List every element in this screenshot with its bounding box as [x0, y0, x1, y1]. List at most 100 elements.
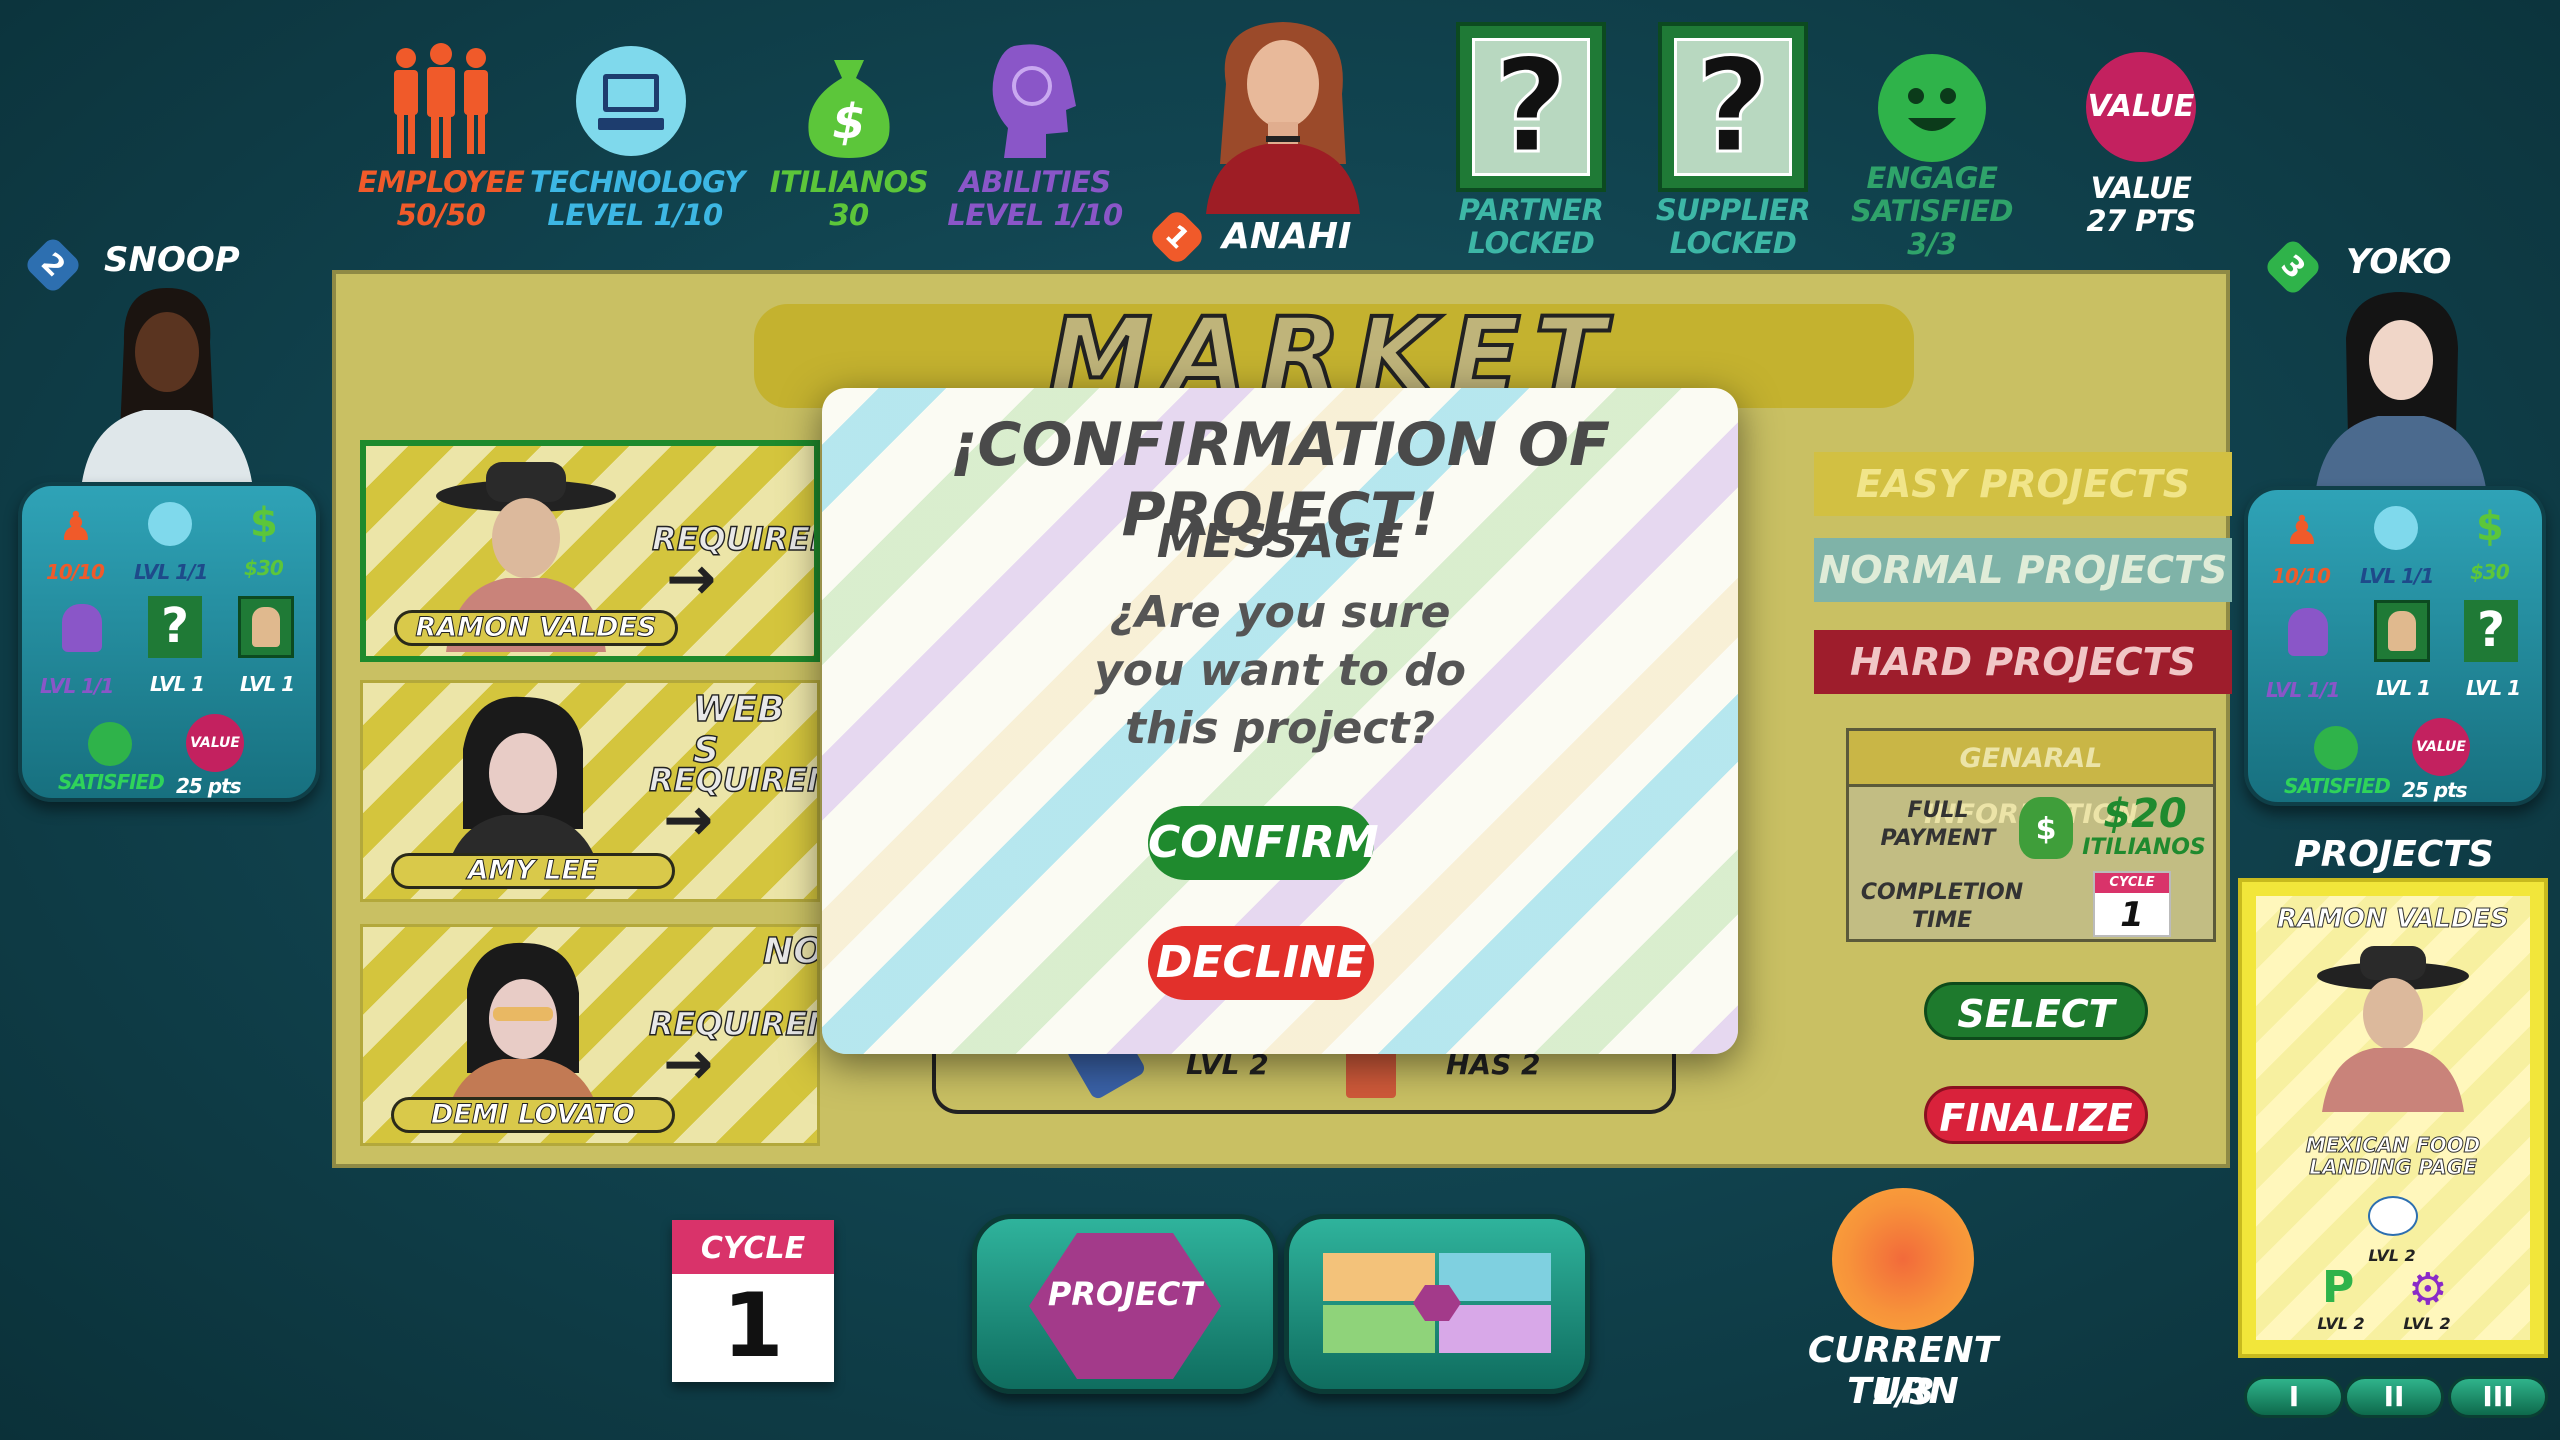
confirm-button[interactable]: CONFIRM: [1148, 806, 1379, 880]
employee-label: EMPLOYEE: [357, 165, 525, 199]
finalize-button[interactable]: FINALIZE: [1924, 1086, 2148, 1144]
project-card-title: MEXICAN FOOD LANDING PAGE: [2242, 1133, 2544, 1179]
board-map-button[interactable]: [1284, 1214, 1590, 1394]
employee-icon: [386, 40, 496, 160]
completion-time-label: COMPLETION TIME: [1860, 880, 2024, 933]
project-card[interactable]: RAMON VALDES MEXICAN FOOD LANDING PAGE L…: [2238, 878, 2548, 1358]
client-project-header: WEB S: [692, 688, 785, 771]
client-card[interactable]: NON REQUIREM → DEMI LOVATO: [360, 924, 820, 1146]
tab-normal-projects[interactable]: NORMAL PROJECTS: [1814, 538, 2232, 602]
abilities-label: ABILITIES: [959, 165, 1111, 199]
money-value: $30: [2470, 560, 2510, 584]
current-player-name: ANAHI: [1222, 216, 1352, 257]
engage-label: ENGAGE: [1866, 161, 1998, 195]
cycle-label: CYCLE: [672, 1220, 834, 1274]
tab-hard-projects[interactable]: HARD PROJECTS: [1814, 630, 2232, 694]
message-line: you want to do: [1094, 645, 1466, 696]
computer-icon: [576, 46, 686, 156]
supplier-label: SUPPLIER: [1655, 193, 1811, 227]
client-card[interactable]: WEB S REQUIREM → AMY LEE: [360, 680, 820, 902]
tech-level: LVL 2: [2368, 1246, 2416, 1265]
modal-message: ¿Are you sure you want to do this projec…: [822, 584, 1738, 758]
points-value: 25 pts: [176, 774, 242, 798]
arrow-right-icon: →: [666, 544, 717, 614]
supplier-card[interactable]: ?: [1658, 22, 1808, 192]
satellite-icon: [2368, 1196, 2418, 1236]
question-mark-icon: ?: [1694, 29, 1772, 184]
ability-level: LVL 2: [2403, 1314, 2451, 1333]
abilities-stat: ABILITIES LEVEL 1/10: [940, 166, 1130, 232]
tech-value: LVL 1/1: [134, 560, 208, 584]
current-player-avatar: [1186, 14, 1380, 214]
value-stat: VALUE 27 PTS: [2056, 172, 2226, 238]
employee-stat: EMPLOYEE 50/50: [356, 166, 526, 232]
employee-value: 50/50: [396, 198, 486, 232]
svg-text:$: $: [832, 94, 865, 150]
page-button-3[interactable]: III: [2448, 1376, 2548, 1418]
satisfied-label: SATISFIED: [58, 770, 165, 794]
money-bag-icon: $: [2019, 797, 2073, 859]
page-button-1[interactable]: I: [2244, 1376, 2344, 1418]
cycle-badge: CYCLE: [2095, 873, 2169, 893]
employee-icon: ♟: [2284, 508, 2320, 554]
supplier-card-mini: ?: [2464, 600, 2518, 662]
payment-value: $20: [2103, 791, 2187, 837]
arrow-right-icon: →: [663, 1029, 714, 1099]
itilianos-label: ITILIANOS: [769, 165, 929, 199]
client-name: RAMON VALDES: [394, 610, 678, 646]
value-badge: VALUE: [2086, 52, 2196, 162]
brain-head-icon: [62, 604, 102, 652]
decline-button[interactable]: DECLINE: [1148, 926, 1374, 1000]
brain-head-icon: [984, 36, 1084, 160]
completion-time-value: 1: [2120, 895, 2144, 935]
question-mark-icon: ?: [1492, 29, 1570, 184]
partner-card[interactable]: ?: [1456, 22, 1606, 192]
current-turn-value: 1/3: [1871, 1372, 1935, 1413]
satisfied-label: SATISFIED: [2284, 774, 2391, 798]
itilianos-value: 30: [829, 198, 869, 232]
player-stats-card: ♟ 10/10 LVL 1/1 $ $30 LVL 1/1 ? LVL 1 LV…: [18, 482, 320, 802]
project-button[interactable]: PROJECT: [972, 1214, 1278, 1394]
client-name: DEMI LOVATO: [391, 1097, 675, 1133]
player-name: SNOOP: [104, 240, 240, 280]
points-value: 25 pts: [2402, 778, 2468, 802]
employees-value: 10/10: [2272, 564, 2331, 588]
modal-heading: MESSAGE: [1156, 514, 1404, 568]
money-bag-icon: $: [2476, 504, 2504, 550]
technology-value: LEVEL 1/10: [547, 198, 723, 232]
computer-icon: [148, 502, 192, 546]
projects-title: PROJECTS: [2294, 834, 2494, 875]
client-name: AMY LEE: [391, 853, 675, 889]
abilities-value: LVL 1/1: [40, 674, 114, 698]
client-project-header: NON: [762, 930, 817, 972]
brain-head-icon: [2288, 608, 2328, 656]
value-badge: VALUE: [186, 714, 244, 772]
employee-icon: ♟: [58, 504, 94, 550]
current-player-number-badge: 1: [1147, 207, 1207, 267]
abilities-value: LVL 1/1: [2266, 678, 2340, 702]
turn-orb-icon: [1832, 1188, 1974, 1330]
value-points: 27 PTS: [2086, 204, 2196, 238]
satisfied-label: SATISFIED: [1851, 194, 2014, 228]
tab-easy-projects[interactable]: EASY PROJECTS: [1814, 452, 2232, 516]
partner-stat: PARTNER LOCKED: [1436, 194, 1626, 260]
cycle-calendar-icon: CYCLE 1: [2093, 871, 2171, 937]
technology-stat: TECHNOLOGY LEVEL 1/10: [530, 166, 745, 232]
full-payment-label: FULL PAYMENT: [1880, 798, 1996, 851]
itilianos-stat: ITILIANOS 30: [764, 166, 934, 232]
partner-level: LVL 2: [2317, 1314, 2365, 1333]
partner-level: LVL 1: [150, 672, 205, 696]
computer-icon: [2374, 506, 2418, 550]
general-information-panel: GENARAL INFORMATION FULL PAYMENT $ $20 I…: [1846, 728, 2216, 942]
payment-unit: ITILIANOS: [2082, 835, 2206, 860]
message-line: this project?: [1125, 703, 1435, 754]
partner-avatar-mini: [2374, 600, 2430, 662]
project-title-line: MEXICAN FOOD: [2305, 1133, 2481, 1157]
project-card-client: RAMON VALDES: [2276, 904, 2510, 935]
page-button-2[interactable]: II: [2344, 1376, 2444, 1418]
client-card[interactable]: REQUIREM → RAMON VALDES: [360, 440, 820, 662]
select-button[interactable]: SELECT: [1924, 982, 2148, 1040]
supplier-level: LVL 1: [240, 672, 295, 696]
project-button-label: PROJECT: [1047, 1275, 1203, 1313]
client-avatar: [2308, 936, 2478, 1112]
